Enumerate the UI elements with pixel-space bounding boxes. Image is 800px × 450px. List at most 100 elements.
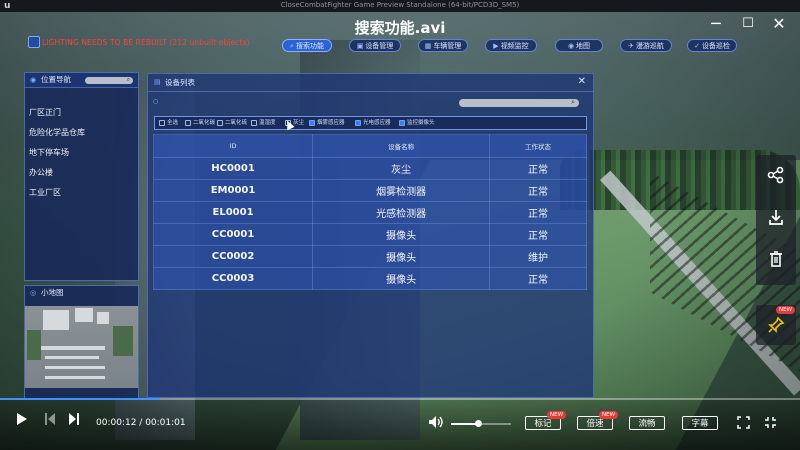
device-icon: ▣ bbox=[356, 42, 364, 50]
location-item[interactable]: 办公楼 bbox=[29, 167, 53, 178]
location-search-input[interactable]: ⌕ bbox=[85, 76, 133, 84]
device-status: 正常 bbox=[489, 223, 587, 246]
checkbox-icon bbox=[399, 119, 405, 126]
nav-tab-label: 设备巡检 bbox=[701, 42, 730, 50]
location-item[interactable]: 厂区正门 bbox=[29, 107, 61, 118]
lighting-warning: LIGHTING NEEDS TO BE REBUILT (212 unbuil… bbox=[42, 38, 250, 47]
nav-tab-3[interactable]: ▶ 视频监控 bbox=[485, 39, 537, 52]
minimap-building bbox=[43, 310, 69, 330]
device-id: CC0001 bbox=[152, 223, 314, 246]
fullscreen-icon[interactable] bbox=[737, 416, 750, 433]
new-badge: NEW bbox=[599, 411, 619, 419]
web-fullscreen-icon[interactable] bbox=[764, 416, 777, 433]
filter-label: 二氧化硫 bbox=[225, 120, 248, 126]
next-icon[interactable] bbox=[68, 412, 80, 430]
filter-label: 灰尘 bbox=[293, 120, 305, 126]
new-badge: NEW bbox=[776, 306, 796, 314]
minimap-road bbox=[35, 346, 105, 350]
nav-tab-4[interactable]: ◉ 地图 bbox=[555, 39, 603, 52]
minimap-title: 小地图 bbox=[41, 288, 64, 297]
game-window-title: CloseCombatFighter Game Preview Standalo… bbox=[280, 1, 520, 9]
close-button[interactable]: ✕ bbox=[768, 14, 790, 33]
car-icon: ▦ bbox=[424, 42, 432, 50]
progress-fill bbox=[0, 398, 160, 400]
location-panel: ◉ 位置导航 ⌕ 厂区正门 危险化学品仓库 地下停车场 办公楼 工业厂区 bbox=[24, 72, 139, 281]
device-id: CC0003 bbox=[152, 267, 314, 290]
nav-tab-label: 车辆管理 bbox=[433, 42, 462, 50]
prev-icon[interactable] bbox=[44, 412, 56, 430]
device-status: 正常 bbox=[489, 201, 587, 224]
device-status: 正常 bbox=[489, 157, 587, 180]
location-item[interactable]: 工业厂区 bbox=[29, 187, 61, 198]
device-id: HC0001 bbox=[152, 157, 314, 180]
nav-tab-label: 设备管理 bbox=[365, 42, 394, 50]
nav-tab-6[interactable]: ✓ 设备巡检 bbox=[687, 39, 737, 52]
map-icon: ◎ bbox=[30, 289, 37, 297]
play-icon[interactable] bbox=[16, 412, 28, 430]
minimap-road bbox=[45, 356, 99, 359]
table-row[interactable]: HC0001 灰尘 正常 bbox=[152, 157, 587, 180]
device-name: 摄像头 bbox=[312, 245, 491, 268]
volume-icon[interactable] bbox=[428, 415, 444, 433]
filter-checkbox[interactable]: 二氧化碳 bbox=[185, 119, 215, 127]
device-id: CC0002 bbox=[152, 245, 314, 268]
filter-label: 烟雾感应器 bbox=[317, 120, 345, 126]
device-status: 正常 bbox=[489, 267, 587, 290]
table-row[interactable]: CC0001 摄像头 正常 bbox=[152, 223, 587, 246]
filter-label: 二氧化碳 bbox=[193, 120, 216, 126]
minimize-button[interactable]: ─ bbox=[705, 14, 727, 33]
app-logo-icon bbox=[28, 36, 40, 48]
minimap[interactable] bbox=[25, 306, 138, 388]
filter-checkbox[interactable]: 二氧化硫 bbox=[217, 119, 247, 127]
table-row[interactable]: CC0003 摄像头 正常 bbox=[152, 267, 587, 290]
filter-checkbox[interactable]: 烟雾感应器 bbox=[309, 119, 345, 127]
filter-checkbox[interactable]: 温湿度 bbox=[251, 119, 276, 127]
search-icon: ⌕ bbox=[126, 76, 130, 83]
player-button[interactable]: 流畅 bbox=[629, 416, 665, 430]
checkbox-icon bbox=[217, 119, 223, 126]
column-header: 设备名称 bbox=[312, 134, 491, 158]
map-icon: ◉ bbox=[567, 42, 575, 50]
filter-checkbox[interactable]: 光电感应器 bbox=[355, 119, 391, 127]
checkbox-icon bbox=[185, 119, 191, 126]
player-button[interactable]: 字幕 bbox=[682, 416, 718, 430]
volume-slider[interactable] bbox=[451, 420, 511, 427]
nav-tab-5[interactable]: ✈ 漫游巡航 bbox=[620, 39, 672, 52]
progress-bar[interactable] bbox=[0, 398, 800, 400]
minimap-building bbox=[97, 312, 109, 324]
filter-label: 监控摄像头 bbox=[407, 120, 435, 126]
share-icon[interactable] bbox=[756, 159, 796, 199]
column-header: ID bbox=[152, 134, 314, 158]
location-item[interactable]: 危险化学品仓库 bbox=[29, 127, 85, 138]
filter-checkbox[interactable]: 全选 bbox=[159, 119, 178, 127]
table-row[interactable]: EM0001 烟雾检测器 正常 bbox=[152, 179, 587, 202]
filter-label: 光电感应器 bbox=[363, 120, 391, 126]
table-row[interactable]: CC0002 摄像头 维护 bbox=[152, 245, 587, 268]
filter-checkbox[interactable]: 监控摄像头 bbox=[399, 119, 435, 127]
nav-tab-2[interactable]: ▦ 车辆管理 bbox=[418, 39, 468, 52]
nav-tab-0[interactable]: ⌕ 搜索功能 bbox=[282, 39, 332, 52]
volume-handle[interactable] bbox=[475, 420, 482, 427]
location-item[interactable]: 地下停车场 bbox=[29, 147, 69, 158]
download-icon[interactable] bbox=[756, 201, 796, 241]
search-icon: ⌕ bbox=[290, 42, 294, 50]
inspect-icon: ✓ bbox=[694, 42, 700, 50]
nav-tab-1[interactable]: ▣ 设备管理 bbox=[349, 39, 401, 52]
checkbox-icon bbox=[309, 119, 315, 126]
close-icon[interactable]: ✕ bbox=[578, 76, 586, 87]
checkbox-icon bbox=[355, 119, 361, 126]
checkbox-icon bbox=[251, 119, 257, 126]
time-readout: 00:00:12 / 00:01:01 bbox=[96, 418, 186, 428]
minimap-road bbox=[45, 376, 105, 379]
maximize-button[interactable]: ☐ bbox=[737, 16, 759, 31]
table-row[interactable]: EL0001 光感检测器 正常 bbox=[152, 201, 587, 224]
nav-tab-label: 地图 bbox=[576, 42, 591, 50]
device-name: 摄像头 bbox=[312, 267, 491, 290]
trash-icon[interactable] bbox=[756, 243, 796, 283]
filter-label: 温湿度 bbox=[259, 120, 276, 126]
device-name: 摄像头 bbox=[312, 223, 491, 246]
list-icon: ▤ bbox=[154, 78, 161, 86]
route-icon: ✈ bbox=[628, 42, 634, 50]
device-search-input[interactable]: ⌕ bbox=[459, 98, 579, 107]
checkbox-icon bbox=[159, 119, 165, 126]
